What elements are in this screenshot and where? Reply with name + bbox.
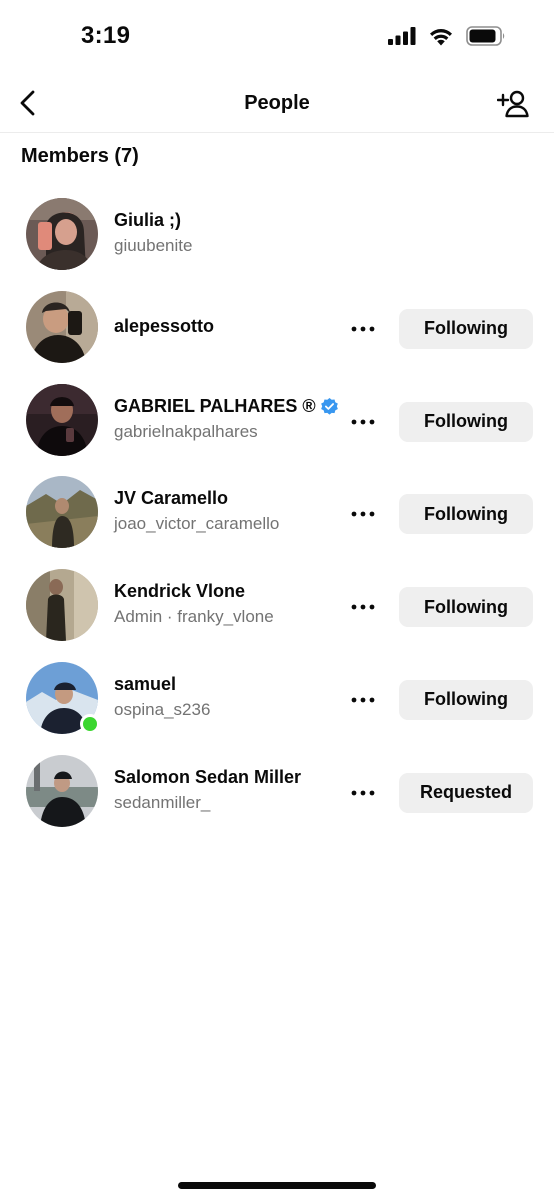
member-name: GABRIEL PALHARES ® xyxy=(114,396,344,417)
more-options-button[interactable] xyxy=(346,412,380,432)
more-horizontal-icon xyxy=(351,326,375,332)
more-horizontal-icon xyxy=(351,604,375,610)
member-info: Kendrick Vlone Admin · franky_vlone xyxy=(114,581,344,627)
following-button[interactable]: Following xyxy=(399,587,533,628)
member-row[interactable]: Kendrick Vlone Admin · franky_vlone Foll… xyxy=(0,561,554,654)
more-options-button[interactable] xyxy=(346,690,380,710)
member-row[interactable]: samuel ospina_s236 Following xyxy=(0,654,554,747)
member-username: sedanmiller_ xyxy=(114,792,211,812)
more-options-button[interactable] xyxy=(346,504,380,524)
avatar[interactable] xyxy=(26,290,98,363)
home-indicator xyxy=(178,1182,376,1189)
avatar-photo xyxy=(26,569,98,642)
status-bar: 3:19 xyxy=(0,0,554,74)
avatar-photo xyxy=(26,198,98,270)
following-button[interactable]: Following xyxy=(399,679,533,720)
verified-badge-icon xyxy=(320,397,338,415)
more-options-button[interactable] xyxy=(346,597,380,617)
more-horizontal-icon xyxy=(351,790,375,796)
add-person-icon xyxy=(497,90,529,118)
battery-icon xyxy=(466,26,505,46)
member-name: Giulia ;) xyxy=(114,210,181,230)
member-row[interactable]: Salomon Sedan Miller sedanmiller_ Reques… xyxy=(0,747,554,840)
avatar-photo xyxy=(26,476,98,549)
member-name: Salomon Sedan Miller xyxy=(114,766,302,787)
member-info: Salomon Sedan Miller sedanmiller_ xyxy=(114,767,344,813)
more-horizontal-icon xyxy=(351,419,375,424)
online-status-indicator xyxy=(80,713,100,734)
following-button[interactable]: Following xyxy=(399,494,533,535)
member-username: ospina_s236 xyxy=(114,699,211,719)
member-info: alepessotto xyxy=(114,316,344,337)
page-title: People xyxy=(244,92,310,114)
member-row[interactable]: GABRIEL PALHARES ® gabrielnakpalhares Fo… xyxy=(0,376,554,469)
avatar[interactable] xyxy=(26,754,98,827)
members-section-title: Members (7) xyxy=(21,145,139,167)
cellular-signal-icon xyxy=(388,27,416,45)
avatar[interactable] xyxy=(26,569,98,642)
more-options-button[interactable] xyxy=(346,783,380,803)
member-name: alepessotto xyxy=(114,315,215,336)
following-button[interactable]: Following xyxy=(399,308,533,349)
member-name: Kendrick Vlone xyxy=(114,581,246,602)
member-username: Admin · franky_vlone xyxy=(114,607,274,627)
member-name: JV Caramello xyxy=(114,488,229,509)
member-username: joao_victor_caramello xyxy=(114,514,280,534)
avatar[interactable] xyxy=(26,476,98,549)
add-people-button[interactable] xyxy=(496,89,530,119)
avatar-photo xyxy=(26,383,98,456)
status-icons xyxy=(388,26,506,46)
following-button[interactable]: Following xyxy=(399,401,533,442)
avatar[interactable] xyxy=(26,383,98,456)
requested-button[interactable]: Requested xyxy=(399,772,533,813)
avatar[interactable] xyxy=(26,661,100,734)
more-horizontal-icon xyxy=(351,511,375,517)
member-info: Giulia ;) giuubenite xyxy=(114,210,344,256)
more-options-button[interactable] xyxy=(346,319,380,339)
member-info: samuel ospina_s236 xyxy=(114,674,344,720)
avatar[interactable] xyxy=(26,198,98,270)
member-row[interactable]: alepessotto Following xyxy=(0,283,554,376)
status-time: 3:19 xyxy=(81,22,131,49)
nav-bar: People xyxy=(0,74,554,133)
member-username: giuubenite xyxy=(114,236,193,255)
more-horizontal-icon xyxy=(351,697,375,703)
member-info: GABRIEL PALHARES ® gabrielnakpalhares xyxy=(114,396,344,442)
wifi-icon xyxy=(430,28,452,45)
member-name: samuel xyxy=(114,673,177,694)
member-username: gabrielnakpalhares xyxy=(114,421,258,441)
avatar-photo xyxy=(26,754,98,827)
member-row[interactable]: Giulia ;) giuubenite xyxy=(0,190,554,283)
member-list: Giulia ;) giuubenite alepessotto Followi… xyxy=(0,190,554,840)
member-row[interactable]: JV Caramello joao_victor_caramello Follo… xyxy=(0,468,554,561)
member-info: JV Caramello joao_victor_caramello xyxy=(114,488,344,534)
avatar-photo xyxy=(26,290,98,363)
